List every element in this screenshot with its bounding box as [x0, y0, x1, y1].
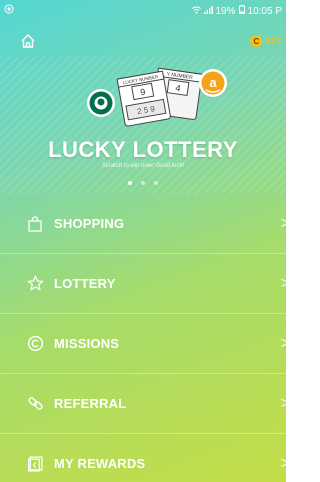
- menu-label-shopping: SHOPPING: [54, 216, 125, 231]
- carousel-dot-3[interactable]: [154, 181, 158, 185]
- chevron-right-icon: >: [280, 274, 286, 292]
- clock: 10:05 P: [247, 5, 282, 17]
- starbucks-logo-icon: [87, 89, 115, 117]
- signal-icon: [203, 5, 213, 17]
- menu-label-missions: MISSIONS: [54, 336, 120, 351]
- app-screen: 19% 10:05 P C 327 Y NUMBER 4 LUCKY NUMBE…: [0, 0, 286, 482]
- chevron-right-icon: >: [280, 454, 286, 472]
- copyright-circle-icon: [25, 334, 45, 354]
- lottery-ticket-front: LUCKY NUMBER 9 2 5 9: [116, 70, 171, 127]
- menu-item-shopping[interactable]: SHOPPING >: [0, 194, 286, 253]
- battery-icon: [238, 5, 245, 17]
- reward-card-icon: [25, 454, 45, 474]
- shopping-bag-icon: [25, 214, 45, 234]
- carousel-dots: [0, 181, 286, 185]
- battery-percent: 19%: [215, 5, 236, 17]
- amazon-logo-icon: a: [199, 69, 227, 97]
- main-menu: SHOPPING > LOTTERY > MISSIONS > REFERRAL…: [0, 194, 286, 482]
- lottery-banner[interactable]: Y NUMBER 4 LUCKY NUMBER 9 2 5 9 a LUCKY …: [0, 57, 286, 194]
- chevron-right-icon: >: [280, 334, 286, 352]
- menu-item-lottery[interactable]: LOTTERY >: [0, 253, 286, 313]
- status-bar: 19% 10:05 P: [0, 0, 286, 22]
- lottery-illustration: Y NUMBER 4 LUCKY NUMBER 9 2 5 9 a: [87, 67, 227, 127]
- svg-text:a: a: [209, 75, 217, 90]
- star-icon: [25, 274, 45, 294]
- coin-balance[interactable]: C 327: [250, 35, 282, 47]
- banner-subtitle: Scratch to win now! Good luck!: [101, 163, 185, 169]
- coin-icon: C: [250, 35, 263, 47]
- menu-item-my-rewards[interactable]: MY REWARDS >: [0, 433, 286, 482]
- wifi-icon: [191, 6, 201, 17]
- status-icons: 19% 10:05 P: [191, 5, 282, 17]
- menu-label-my-rewards: MY REWARDS: [54, 456, 146, 471]
- carousel-dot-1[interactable]: [128, 181, 132, 185]
- menu-label-lottery: LOTTERY: [54, 276, 116, 291]
- home-icon[interactable]: [20, 33, 36, 49]
- carousel-dot-2[interactable]: [141, 181, 145, 185]
- link-icon: [25, 394, 45, 414]
- chevron-right-icon: >: [280, 214, 286, 232]
- app-bar: C 327: [0, 28, 286, 56]
- menu-label-referral: REFERRAL: [54, 396, 127, 411]
- menu-item-missions[interactable]: MISSIONS >: [0, 313, 286, 373]
- chevron-right-icon: >: [280, 394, 286, 412]
- coin-count: 327: [265, 35, 282, 47]
- banner-title: LUCKY LOTTERY: [48, 137, 238, 162]
- menu-item-referral[interactable]: REFERRAL >: [0, 373, 286, 433]
- settings-dot-icon: [4, 4, 14, 17]
